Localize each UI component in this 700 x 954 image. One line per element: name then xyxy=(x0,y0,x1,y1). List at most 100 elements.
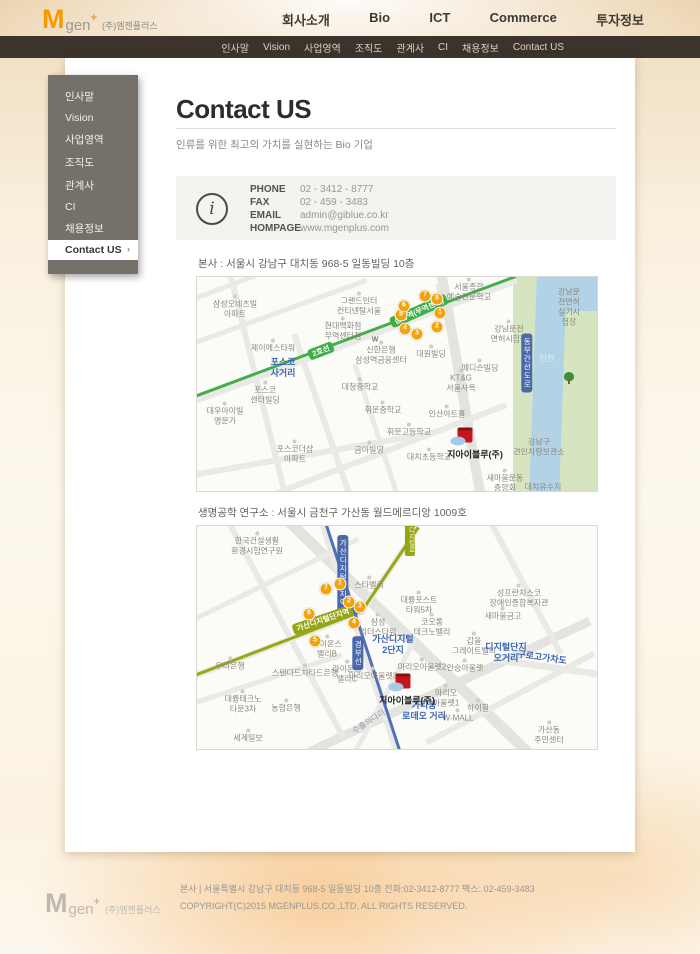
page-subtitle: 인류를 위한 최고의 가치를 실현하는 Bio 기업 xyxy=(176,137,373,152)
sidebar-item[interactable]: Vision xyxy=(48,108,138,128)
sidebar-item-label: 조직도 xyxy=(65,157,94,169)
map-label: 삼성오네츠빌 아파트 xyxy=(213,295,257,320)
contact-row: EMAIL admin@giblue.co.kr xyxy=(250,209,389,222)
contact-row: PHONE 02 - 3412 - 8777 xyxy=(250,183,389,196)
sidebar-item[interactable]: 조직도 xyxy=(48,151,138,174)
logo-company-name: (주)엠젠플러스 xyxy=(102,22,158,31)
map-label: 코오롱 테크노밸리 xyxy=(414,613,451,638)
sub-nav-item[interactable]: CI xyxy=(438,42,448,53)
map-label: KT&G 서울사옥 xyxy=(446,369,475,394)
sidebar-item-label: Vision xyxy=(65,112,93,124)
map-label: 가산디지털 2단지 xyxy=(372,634,413,657)
map-label: 새마을금고 xyxy=(485,607,522,622)
map-label: 신한은행 삼성역금융센터 xyxy=(355,341,407,366)
map-label: 3 xyxy=(411,328,424,341)
sub-nav-item[interactable]: 조직도 xyxy=(355,40,383,55)
map-label: 3 xyxy=(354,601,367,614)
sub-nav-item[interactable]: Contact US xyxy=(513,42,564,53)
logo-m: M xyxy=(42,6,65,33)
map-label: 우리은행 xyxy=(215,657,244,672)
contact-row-label: HOMPAGE xyxy=(250,223,300,234)
footer-logo-company: (주)엠젠플러스 xyxy=(105,906,161,915)
map-label: 금아빌딩 xyxy=(354,441,383,456)
map-label: 하이힐 xyxy=(467,699,489,714)
footer-address: 본사 | 서울특별시 강남구 대치동 968-5 일동빌딩 10층 전화:02-… xyxy=(180,881,535,898)
map-label: 1 xyxy=(334,578,347,591)
footer-logo-m: M xyxy=(45,890,68,917)
contact-row: FAX 02 - 459 - 3483 xyxy=(250,196,389,209)
sidebar-item[interactable]: 인사말 xyxy=(48,85,138,108)
sidebar-item[interactable]: Contact US › xyxy=(48,240,138,260)
map-label: 지아이블루(주) xyxy=(379,695,435,706)
map-label: 대치유수지 xyxy=(525,478,562,493)
sidebar-item-label: 사업영역 xyxy=(65,134,104,146)
map-label: 포스코더샵 아파트 xyxy=(277,440,314,465)
sidebar-item-label: Contact US xyxy=(65,244,122,256)
footer-logo-gen: gen xyxy=(69,902,94,917)
sidebar-item-label: 인사말 xyxy=(65,91,94,103)
contact-row-value: www.mgenplus.com xyxy=(300,223,389,234)
map-label: 마리오아울렛2 xyxy=(398,658,447,673)
sidebar-item[interactable]: CI xyxy=(48,197,138,217)
map-label: 인산아트홀 xyxy=(429,405,466,420)
content-card: Contact US 인류를 위한 최고의 가치를 실현하는 Bio 기업 i … xyxy=(65,58,635,852)
sub-nav-item[interactable]: 관계사 xyxy=(396,40,424,55)
contact-info-box: i PHONE 02 - 3412 - 8777 FAX 02 - 459 - … xyxy=(176,176,616,240)
map-lab[interactable]: 한국건설생활 환경시험연구원가산디지털단지역가산디지털단지역디지털로172346… xyxy=(196,525,598,750)
map-label: 제이에스타워 xyxy=(251,339,295,354)
title-divider xyxy=(176,128,616,129)
map-label: 대청중학교 xyxy=(342,378,379,393)
contact-row-value: 02 - 459 - 3483 xyxy=(300,197,368,208)
map-label: 농협은행 xyxy=(271,699,300,714)
footer-copyright: COPYRIGHT(C)2015 MGENPLUS.CO.,LTD. ALL R… xyxy=(180,898,535,915)
sidebar-item[interactable]: 관계사 xyxy=(48,174,138,197)
logo-gen: gen xyxy=(66,18,91,33)
contact-row-value: admin@giblue.co.kr xyxy=(300,210,389,221)
sub-nav-item[interactable]: 채용정보 xyxy=(462,40,499,55)
map-label: 디지털로 xyxy=(405,525,415,556)
map-label: 휘문중학교 xyxy=(365,401,402,416)
top-nav-item[interactable]: Commerce xyxy=(490,10,557,29)
sidebar-item[interactable]: 채용정보 xyxy=(48,217,138,240)
map-label xyxy=(458,428,473,443)
map-label: 지아이블루(주) xyxy=(447,449,503,460)
map-headquarters[interactable]: 삼성오네츠빌 아파트그랜드인터 컨티넨탈서울서울종합 예술전문학교강남운전면허 … xyxy=(196,276,598,492)
top-nav: 회사소개 Bio ICT Commerce 투자정보 xyxy=(282,10,644,29)
map-label: 1 xyxy=(434,307,447,320)
subnav-bar: 인사말 Vision 사업영역 조직도 관계사 CI 채용정보 Contact US xyxy=(0,36,700,58)
map-label: 6 xyxy=(303,608,316,621)
header: Mgen+ (주)엠젠플러스 회사소개 Bio ICT Commerce 투자정보 xyxy=(0,0,700,36)
map-label: 7 xyxy=(419,290,432,303)
sidebar-item[interactable]: 사업영역 xyxy=(48,128,138,151)
contact-row-label: PHONE xyxy=(250,184,300,195)
sub-nav: 인사말 Vision 사업영역 조직도 관계사 CI 채용정보 Contact US xyxy=(221,36,564,58)
map-label: 스탠다드차타드은행 xyxy=(272,664,338,679)
sub-nav-item[interactable]: 사업영역 xyxy=(304,40,341,55)
footer-logo-plus-icon: + xyxy=(94,897,100,908)
map-label: 성프란치스코 장애인종합복지관 xyxy=(490,584,549,609)
map-label: 6 xyxy=(398,300,411,313)
map-caption-lab: 생명공학 연구소 : 서울시 금천구 가산동 월드메르디앙 1009호 xyxy=(198,505,467,520)
sub-nav-item[interactable]: Vision xyxy=(263,42,290,53)
map-label: 대원빌딩 xyxy=(416,345,445,360)
map-label: 대륭테크노 타운3차 xyxy=(225,690,262,715)
sidebar: 인사말 Vision 사업영역 조직도 관계사 CI 채용정보 xyxy=(48,75,138,274)
footer-logo: Mgen+ (주)엠젠플러스 xyxy=(45,890,161,917)
map-label: 대치초등학교 xyxy=(407,448,451,463)
top-nav-item[interactable]: Bio xyxy=(369,10,390,29)
map-label: 강남구 견인차량보관소 xyxy=(513,433,565,458)
map-label: 경부선 xyxy=(352,636,363,670)
top-nav-item[interactable]: 투자정보 xyxy=(596,10,644,29)
logo[interactable]: Mgen+ (주)엠젠플러스 xyxy=(42,6,158,33)
chevron-right-icon: › xyxy=(127,244,130,254)
sub-nav-item[interactable]: 인사말 xyxy=(221,40,249,55)
map-label: 동부간선도로 xyxy=(521,334,532,393)
map-label: 탄천 xyxy=(540,354,555,364)
map-label: 포스코 센터빌딩 xyxy=(250,381,279,406)
map-label: 그랜드인터 컨티넨탈서울 xyxy=(337,292,381,317)
page-title: Contact US xyxy=(176,94,311,125)
map-label: 현대백화점 무역센터점 xyxy=(325,317,362,342)
top-nav-item[interactable]: ICT xyxy=(429,10,450,29)
map-label: 5 xyxy=(309,635,322,648)
top-nav-item[interactable]: 회사소개 xyxy=(282,10,330,29)
